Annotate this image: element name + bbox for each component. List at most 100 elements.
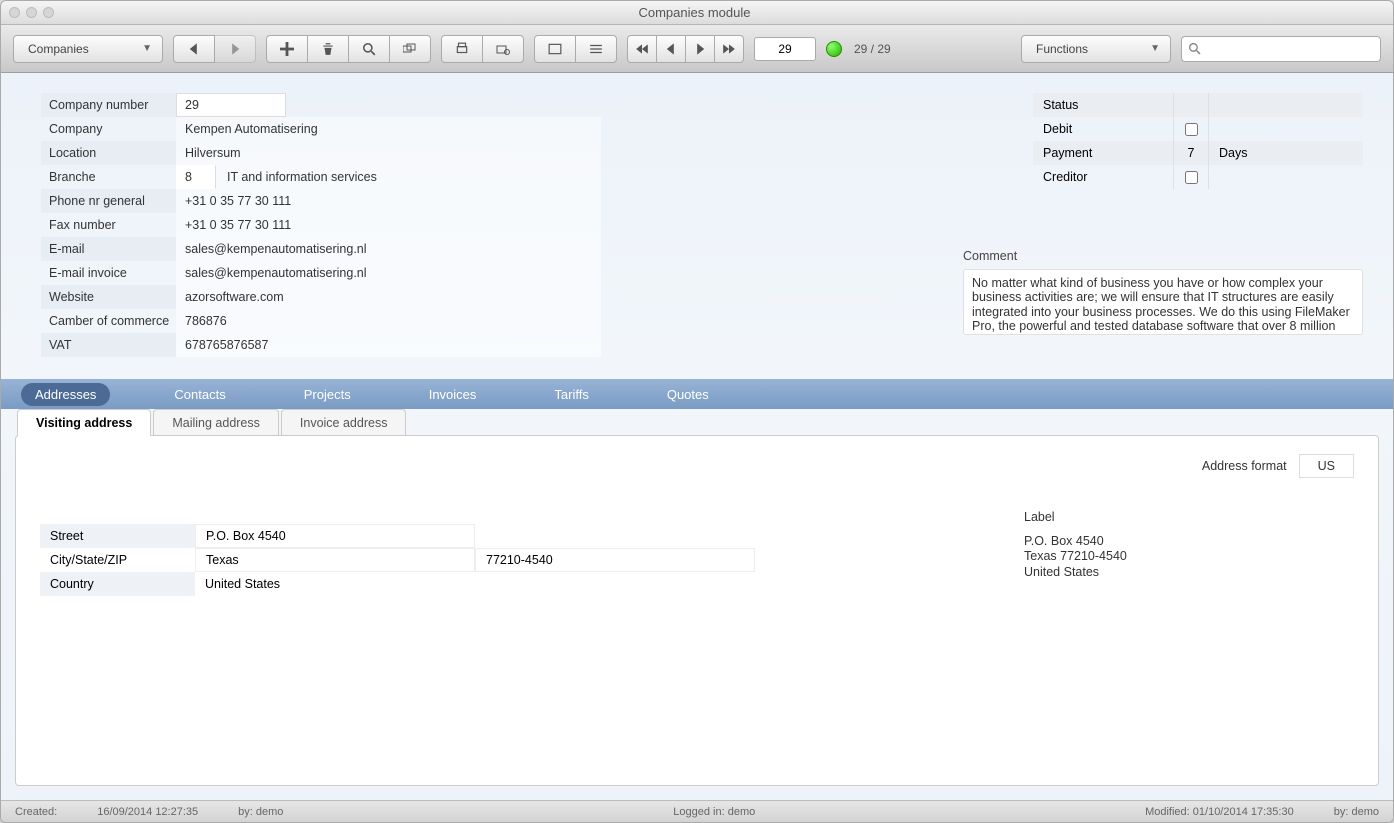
footer-created-by: demo (256, 806, 284, 818)
duplicate-button[interactable] (389, 35, 431, 63)
find-button[interactable] (348, 35, 390, 63)
label-branche: Branche (41, 165, 176, 189)
comment-text[interactable]: No matter what kind of business you have… (963, 269, 1363, 335)
field-fax[interactable]: +31 0 35 77 30 111 (176, 213, 601, 237)
last-icon (722, 42, 736, 56)
tab-addresses[interactable]: Addresses (21, 383, 110, 406)
label-payment: Payment (1033, 146, 1173, 160)
label-company: Company (41, 117, 176, 141)
label-fax: Fax number (41, 213, 176, 237)
close-icon[interactable] (9, 7, 20, 18)
footer-logged-value: demo (728, 806, 756, 818)
tab-tariffs[interactable]: Tariffs (540, 383, 602, 406)
prev-record-button[interactable] (656, 35, 686, 63)
next-button[interactable] (214, 35, 256, 63)
field-coc[interactable]: 786876 (176, 309, 601, 333)
comment-block: Comment No matter what kind of business … (963, 249, 1363, 335)
field-branche-name[interactable]: IT and information services (216, 165, 601, 189)
labelbox-line1: P.O. Box 4540 (1024, 534, 1354, 550)
field-location[interactable]: Hilversum (176, 141, 601, 165)
label-website: Website (41, 285, 176, 309)
search-input[interactable] (1205, 42, 1374, 56)
footer-modified-value: 01/10/2014 17:35:30 (1193, 806, 1294, 818)
record-number-input[interactable] (754, 37, 816, 61)
field-street[interactable]: P.O. Box 4540 (195, 524, 475, 548)
footer-created-label: Created: (15, 806, 57, 818)
triangle-left-icon (664, 42, 678, 56)
triangle-right-icon (693, 42, 707, 56)
subtab-visiting[interactable]: Visiting address (17, 409, 151, 436)
labelbox-line2: Texas 77210-4540 (1024, 549, 1354, 565)
checkbox-debit[interactable] (1185, 123, 1198, 136)
field-vat[interactable]: 678765876587 (176, 333, 601, 357)
label-status: Status (1033, 98, 1173, 112)
search-box[interactable] (1181, 36, 1381, 62)
field-zip[interactable]: 77210-4540 (475, 548, 755, 572)
footer-modified-by: demo (1351, 806, 1379, 818)
search-icon (1188, 42, 1201, 55)
first-icon (635, 42, 649, 56)
labelbox-line3: United States (1024, 565, 1354, 581)
field-payment-unit: Days (1209, 146, 1363, 160)
field-website[interactable]: azorsoftware.com (176, 285, 601, 309)
label-vat: VAT (41, 333, 176, 357)
minimize-icon[interactable] (26, 7, 37, 18)
next-record-button[interactable] (685, 35, 715, 63)
traffic-lights (9, 7, 54, 18)
footer: Created: 16/09/2014 12:27:35 by: demo Lo… (1, 800, 1393, 822)
functions-menu-label: Functions (1036, 42, 1088, 56)
titlebar: Companies module (1, 1, 1393, 25)
prev-button[interactable] (173, 35, 215, 63)
footer-created-value: 16/09/2014 12:27:35 (97, 806, 198, 818)
view-list-button[interactable] (575, 35, 617, 63)
label-street: Street (40, 524, 195, 548)
export-button[interactable] (482, 35, 524, 63)
checkbox-creditor[interactable] (1185, 171, 1198, 184)
field-payment-value[interactable]: 7 (1173, 141, 1209, 165)
toolbar: Companies ▼ 29 / 29 (1, 25, 1393, 73)
label-creditor: Creditor (1033, 170, 1173, 184)
tab-invoices[interactable]: Invoices (415, 383, 491, 406)
field-phone[interactable]: +31 0 35 77 30 111 (176, 189, 601, 213)
field-email-invoice[interactable]: sales@kempenautomatisering.nl (176, 261, 601, 285)
label-address-format: Address format (1202, 459, 1287, 473)
subtab-mailing[interactable]: Mailing address (153, 409, 279, 436)
label-debit: Debit (1033, 122, 1173, 136)
print-button[interactable] (441, 35, 483, 63)
view-form-button[interactable] (534, 35, 576, 63)
triangle-right-icon (228, 42, 242, 56)
delete-record-button[interactable] (307, 35, 349, 63)
field-state[interactable]: Texas (195, 548, 475, 572)
tab-projects[interactable]: Projects (290, 383, 365, 406)
field-email[interactable]: sales@kempenautomatisering.nl (176, 237, 601, 261)
window-title: Companies module (54, 5, 1335, 20)
tab-quotes[interactable]: Quotes (653, 383, 723, 406)
company-form: Company number29 CompanyKempen Automatis… (41, 93, 601, 357)
footer-by-label: by: (238, 806, 253, 818)
zoom-icon[interactable] (43, 7, 54, 18)
functions-menu[interactable]: Functions ▼ (1021, 35, 1171, 63)
chevron-down-icon: ▼ (1150, 43, 1160, 54)
last-record-button[interactable] (714, 35, 744, 63)
field-branche-code[interactable]: 8 (176, 165, 216, 189)
status-dot-icon (826, 41, 842, 57)
label-label: Label (1024, 510, 1354, 526)
triangle-left-icon (187, 42, 201, 56)
field-address-format[interactable]: US (1299, 454, 1354, 478)
field-country[interactable]: United States (195, 572, 475, 596)
form-view-icon (548, 42, 562, 56)
companies-menu[interactable]: Companies ▼ (13, 35, 163, 63)
subtab-invoice[interactable]: Invoice address (281, 409, 407, 436)
tab-contacts[interactable]: Contacts (160, 383, 239, 406)
footer-modified-label: Modified: (1145, 806, 1190, 818)
tab-bar: Addresses Contacts Projects Invoices Tar… (1, 379, 1393, 409)
new-record-button[interactable] (266, 35, 308, 63)
content-area: Company number29 CompanyKempen Automatis… (1, 73, 1393, 800)
label-coc: Camber of commerce (41, 309, 176, 333)
record-count: 29 / 29 (854, 42, 891, 56)
field-company-number[interactable]: 29 (176, 93, 286, 117)
label-csz: City/State/ZIP (40, 553, 195, 567)
field-company[interactable]: Kempen Automatisering (176, 117, 601, 141)
first-record-button[interactable] (627, 35, 657, 63)
app-window: Companies module Companies ▼ (0, 0, 1394, 823)
